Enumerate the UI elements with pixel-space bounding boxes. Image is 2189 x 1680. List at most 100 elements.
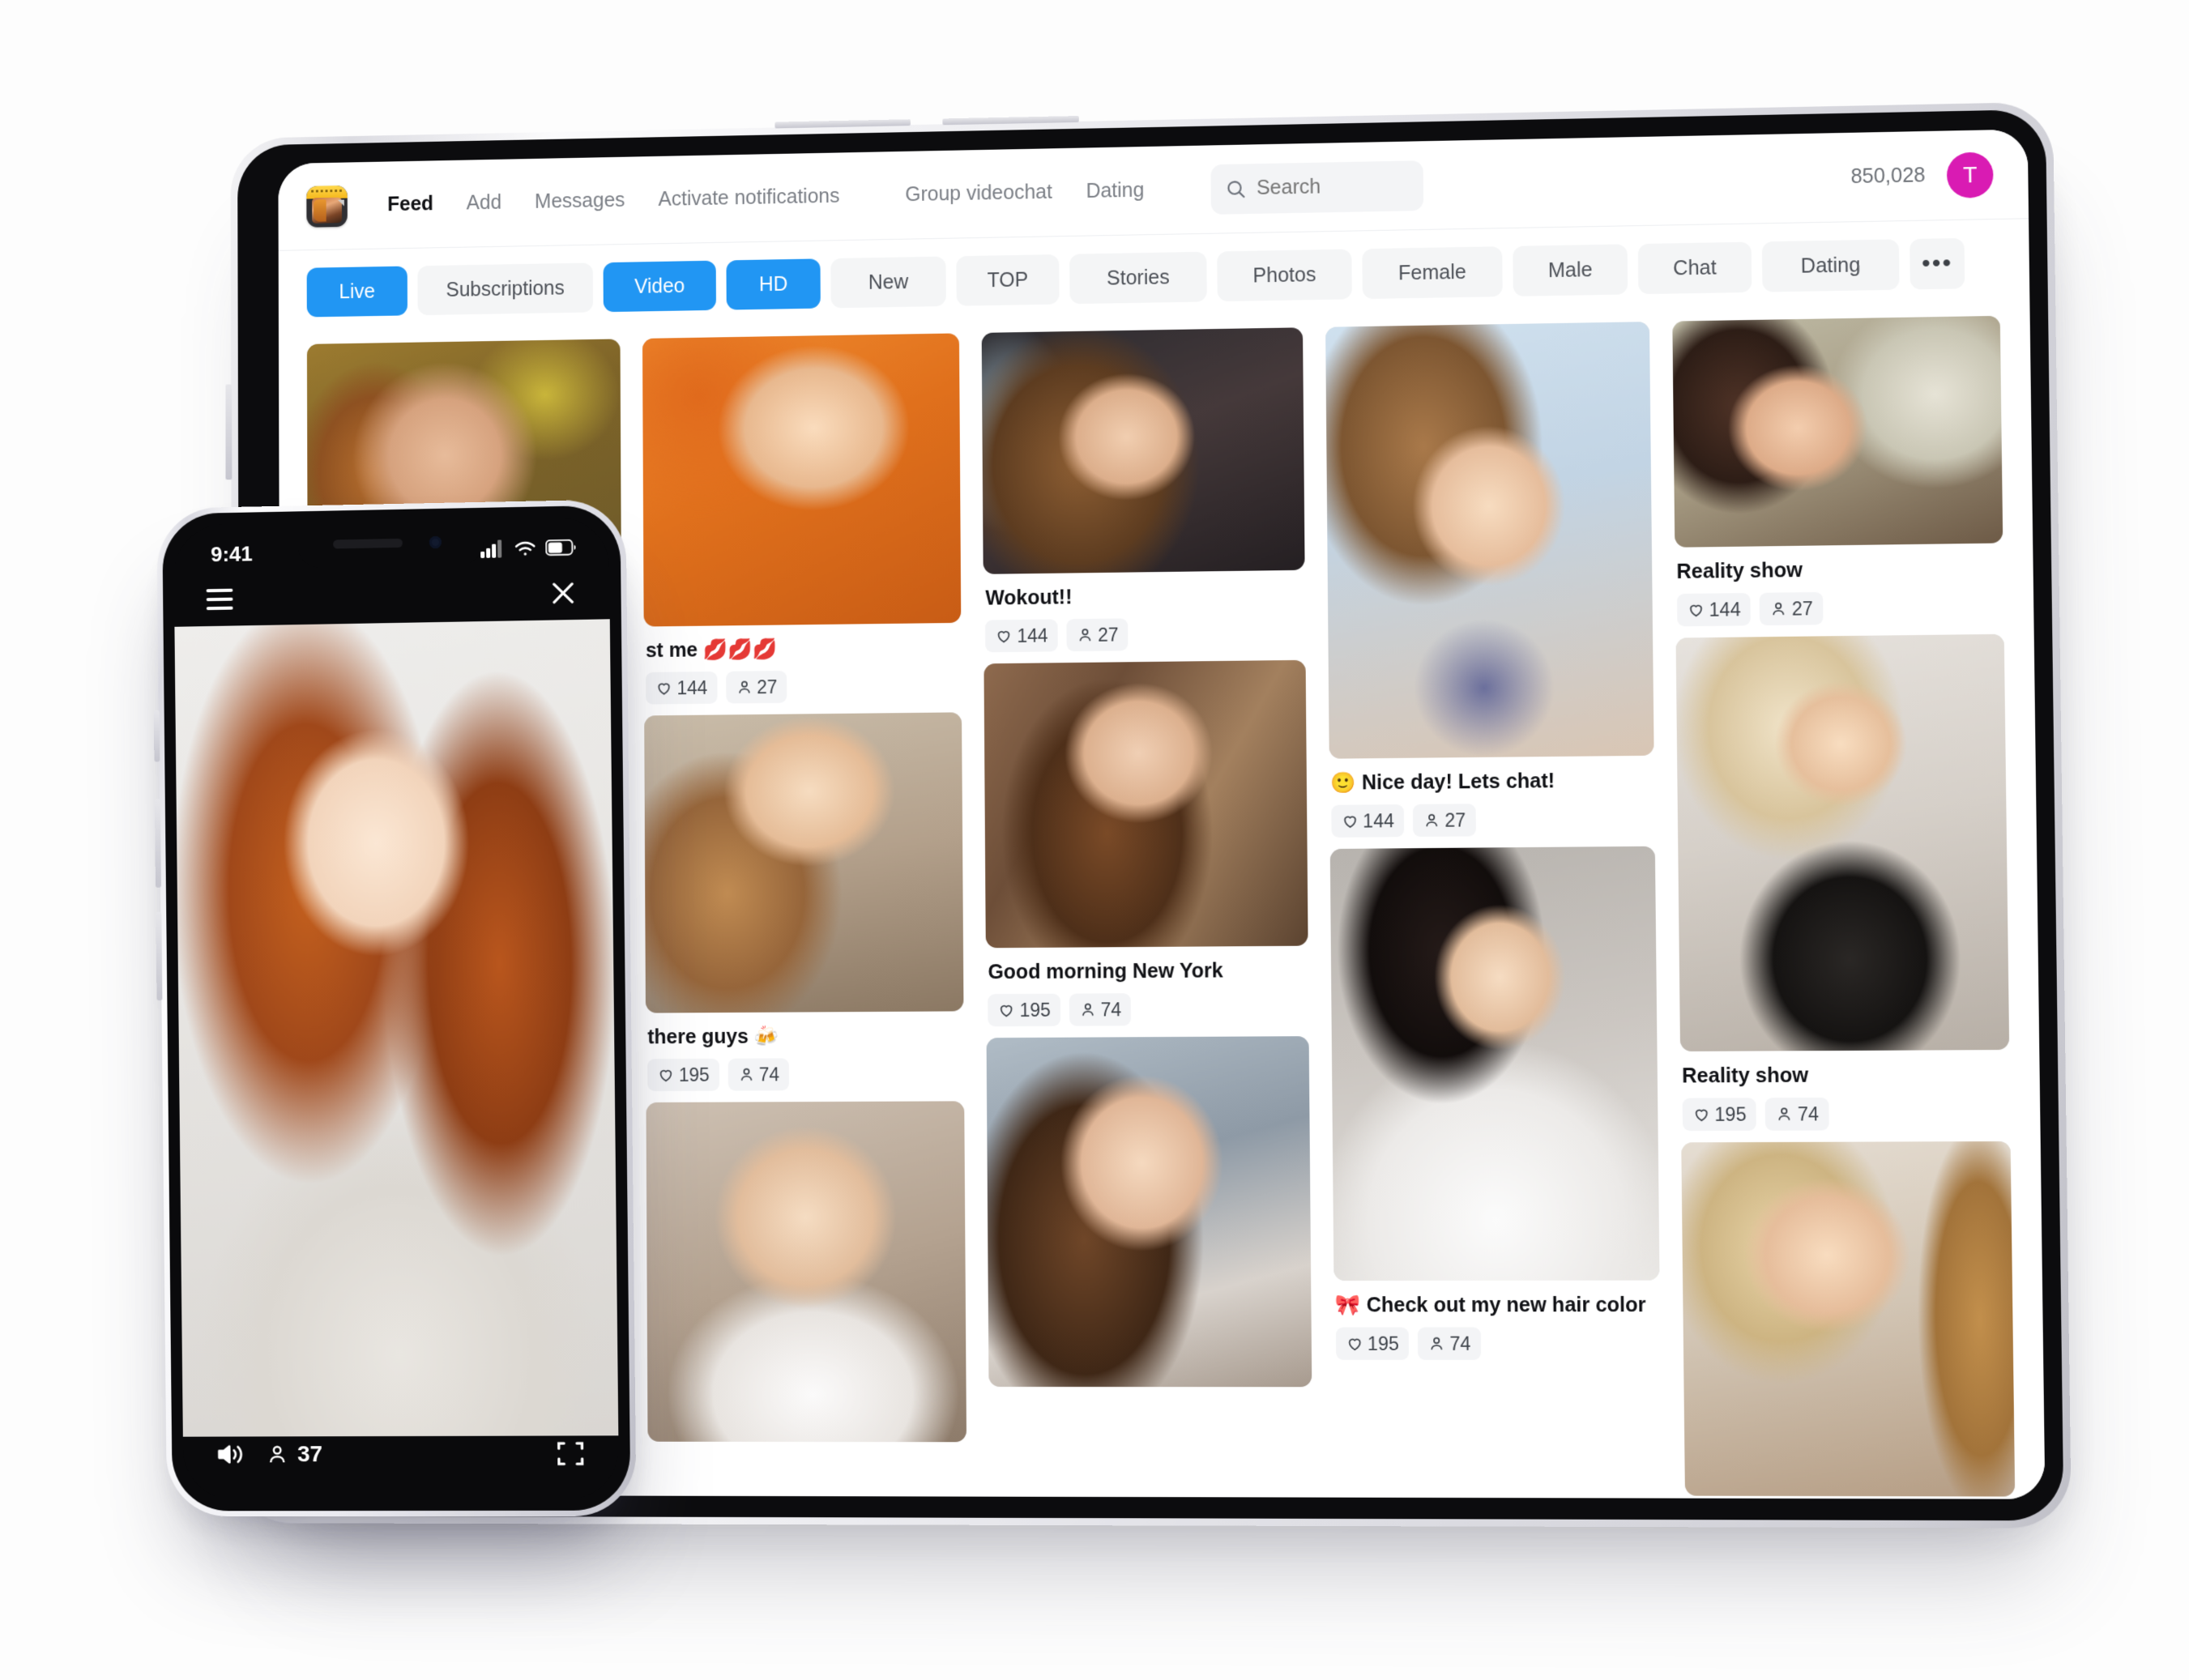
filter-chip-female[interactable]: Female: [1362, 246, 1503, 300]
filter-chip-photos[interactable]: Photos: [1217, 249, 1352, 302]
like-count-badge[interactable]: 195: [988, 993, 1060, 1027]
phone-volume-down-button[interactable]: [156, 911, 163, 1001]
phone-volume-up-button[interactable]: [154, 799, 161, 888]
feed-card[interactable]: Wokout!! 144 27: [982, 327, 1305, 653]
filter-chip-dating[interactable]: Dating: [1761, 239, 1900, 292]
like-count-badge[interactable]: 144: [1676, 592, 1752, 627]
filter-chip-subscriptions[interactable]: Subscriptions: [417, 262, 594, 316]
feed-card-caption: st me 💋💋💋: [645, 637, 778, 663]
camera-app-logo-icon[interactable]: [306, 185, 348, 228]
like-count: 195: [1714, 1102, 1747, 1125]
status-indicator-icons: [480, 539, 577, 558]
feed-card-thumbnail[interactable]: [646, 1101, 967, 1443]
nav-item-add[interactable]: Add: [450, 191, 518, 215]
feed-card-thumbnail[interactable]: [644, 712, 964, 1013]
filter-chip-chat[interactable]: Chat: [1637, 241, 1752, 295]
feed-card-thumbnail[interactable]: [986, 1036, 1312, 1388]
feed-card-thumbnail[interactable]: [1675, 633, 2010, 1052]
viewer-count-badge[interactable]: 27: [725, 671, 787, 704]
like-count-badge[interactable]: 195: [1335, 1327, 1410, 1360]
feed-card-thumbnail[interactable]: [1681, 1141, 2016, 1497]
nav-item-dating[interactable]: Dating: [1069, 178, 1162, 203]
stream-viewer-count: 37: [265, 1441, 322, 1467]
feed-card-caption: Good morning New York: [988, 959, 1223, 984]
like-count-badge[interactable]: 195: [1682, 1098, 1757, 1132]
feed-card[interactable]: Good morning New York 195 74: [984, 659, 1308, 1027]
fullscreen-icon[interactable]: [555, 1438, 587, 1469]
feed-card-stats: 144 27: [646, 669, 962, 705]
feed-column-2: st me 💋💋💋 144 27 there guys 🍻 195 74: [642, 333, 967, 1496]
viewer-count: 27: [1098, 624, 1119, 646]
speaker-volume-icon[interactable]: [215, 1440, 246, 1468]
nav-item-activate-notifications[interactable]: Activate notifications: [642, 185, 856, 212]
person-icon: [265, 1442, 289, 1466]
like-count-badge[interactable]: 144: [646, 671, 718, 705]
like-count: 144: [676, 676, 708, 698]
feed-card[interactable]: 🎀 Check out my new hair color 195 74: [1329, 846, 1660, 1360]
phone-app-topbar: [174, 565, 610, 627]
feed-card[interactable]: st me 💋💋💋 144 27: [642, 333, 962, 705]
search-input[interactable]: [1256, 173, 1410, 200]
phone-status-bar: 9:41: [173, 517, 609, 574]
feed-card[interactable]: 🙂 Nice day! Lets chat! 144 27: [1325, 322, 1655, 838]
like-count: 144: [1709, 598, 1741, 620]
viewer-count: 74: [1449, 1332, 1471, 1354]
search-box[interactable]: [1210, 160, 1424, 215]
filter-chip-video[interactable]: Video: [603, 260, 716, 313]
feed-card[interactable]: [1681, 1141, 2016, 1497]
filter-chip-live[interactable]: Live: [306, 266, 408, 318]
feed-card[interactable]: [646, 1101, 967, 1443]
filter-chip-top[interactable]: TOP: [956, 254, 1060, 306]
close-icon[interactable]: [548, 578, 579, 609]
heart-icon: [1341, 812, 1359, 830]
cellular-signal-icon: [480, 539, 502, 558]
viewer-count-badge[interactable]: 74: [1417, 1327, 1481, 1360]
like-count-badge[interactable]: 195: [647, 1058, 719, 1092]
live-stream-video[interactable]: [174, 619, 619, 1437]
feed-card[interactable]: [986, 1036, 1312, 1388]
feed-card-caption: Reality show: [1682, 1064, 1809, 1088]
screenshot-stage: Feed Add Messages Activate notifications…: [0, 0, 2189, 1680]
feed-card-thumbnail[interactable]: [1325, 322, 1654, 759]
phone-stream-controls: 37: [183, 1427, 619, 1499]
tablet-power-button[interactable]: [225, 384, 233, 480]
like-count: 195: [1019, 999, 1051, 1021]
hamburger-menu-icon[interactable]: [206, 588, 233, 611]
like-count-badge[interactable]: 144: [1330, 804, 1405, 838]
nav-item-messages[interactable]: Messages: [518, 189, 642, 214]
filter-chip-new[interactable]: New: [830, 256, 946, 309]
feed-card-thumbnail[interactable]: [1672, 315, 2003, 548]
filter-chip-stories[interactable]: Stories: [1069, 251, 1207, 305]
filter-chip-male[interactable]: Male: [1513, 244, 1628, 296]
feed-card-thumbnail[interactable]: [982, 327, 1305, 574]
feed-card-thumbnail[interactable]: [984, 659, 1308, 949]
user-avatar[interactable]: T: [1946, 151, 1994, 198]
feed-card-thumbnail[interactable]: [642, 333, 962, 627]
person-icon: [737, 1066, 755, 1084]
like-count: 195: [1367, 1332, 1399, 1354]
tablet-volume-down-button[interactable]: [942, 115, 1079, 126]
feed-card-stats: 144 27: [985, 616, 1305, 653]
feed-card-stats: 144 27: [1676, 590, 2004, 627]
feed-card-thumbnail[interactable]: [1329, 846, 1660, 1281]
feed-card[interactable]: Reality show 144 27: [1672, 315, 2004, 627]
feed-card[interactable]: there guys 🍻 195 74: [644, 712, 964, 1092]
tablet-volume-up-button[interactable]: [774, 119, 911, 129]
viewer-count-badge[interactable]: 74: [728, 1058, 790, 1091]
nav-item-feed[interactable]: Feed: [371, 192, 450, 216]
feed-card[interactable]: Reality show 195 74: [1675, 633, 2010, 1132]
viewer-count-badge[interactable]: 74: [1764, 1097, 1829, 1131]
status-time: 9:41: [210, 540, 253, 566]
viewer-count-badge[interactable]: 74: [1069, 993, 1132, 1026]
phone-mute-switch[interactable]: [153, 710, 160, 762]
person-icon: [1775, 1105, 1794, 1123]
feed-card-stats: 195 74: [1335, 1327, 1661, 1360]
filter-chip-hd[interactable]: HD: [726, 258, 821, 310]
like-count-badge[interactable]: 144: [985, 619, 1058, 653]
nav-item-group-videochat[interactable]: Group videochat: [888, 181, 1069, 207]
viewer-count-badge[interactable]: 27: [1759, 591, 1824, 626]
viewer-count-badge[interactable]: 27: [1066, 618, 1129, 652]
person-icon: [1423, 812, 1440, 829]
viewer-count-badge[interactable]: 27: [1412, 804, 1476, 838]
filter-chip-more-icon[interactable]: •••: [1910, 237, 1965, 290]
